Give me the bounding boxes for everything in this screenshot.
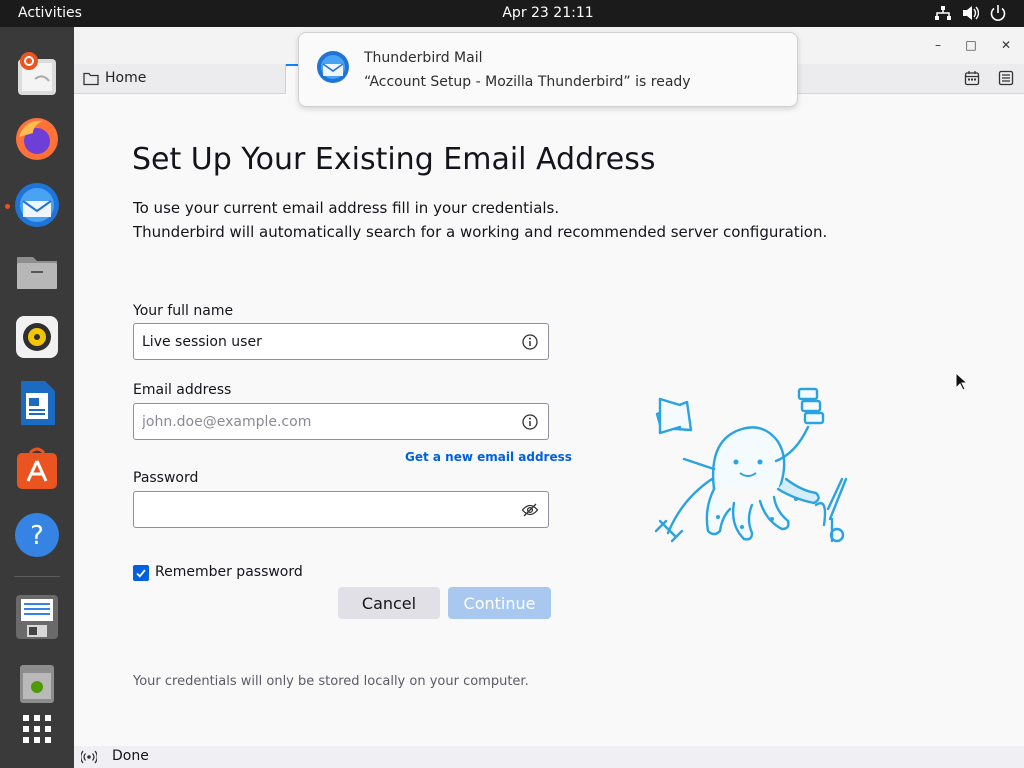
- page-title: Set Up Your Existing Email Address: [132, 142, 656, 177]
- clock[interactable]: Apr 23 21:11: [0, 5, 1024, 21]
- email-field-box: [133, 403, 549, 440]
- credentials-footnote: Your credentials will only be stored loc…: [133, 674, 529, 689]
- octopus-illustration: [654, 387, 848, 543]
- status-bar: Done: [74, 746, 1024, 768]
- remember-password-checkbox[interactable]: [133, 565, 149, 581]
- thunderbird-window: – □ ✕ Home Set Up Your Existing Email Ad…: [74, 27, 1024, 768]
- network-icon[interactable]: [934, 4, 952, 22]
- email-input[interactable]: [142, 404, 512, 439]
- email-label: Email address: [133, 382, 232, 398]
- notification-title: Thunderbird Mail: [364, 50, 483, 66]
- power-icon[interactable]: [989, 4, 1007, 22]
- files-icon[interactable]: [13, 247, 61, 295]
- page-description: To use your current email address fill i…: [133, 199, 560, 217]
- svg-text:?: ?: [30, 521, 44, 551]
- tab-home-label: Home: [105, 70, 147, 86]
- password-label: Password: [133, 470, 199, 486]
- password-input[interactable]: [142, 492, 512, 527]
- tasks-icon[interactable]: [998, 70, 1014, 86]
- top-bar: Activities Apr 23 21:11: [0, 0, 1024, 27]
- calendar-icon[interactable]: [964, 70, 980, 86]
- rhythmbox-icon[interactable]: [13, 313, 61, 361]
- volume-icon[interactable]: [961, 4, 979, 22]
- firefox-icon[interactable]: [13, 115, 61, 163]
- running-indicator: [5, 204, 10, 209]
- show-apps-icon[interactable]: [13, 707, 61, 755]
- checkmark-icon: [136, 569, 146, 578]
- thunderbird-icon: [317, 51, 349, 83]
- minimize-button[interactable]: –: [930, 37, 946, 53]
- close-button[interactable]: ✕: [998, 37, 1014, 53]
- password-field-box: [133, 491, 549, 528]
- notification-body: “Account Setup - Mozilla Thunderbird” is…: [364, 74, 691, 90]
- folder-icon: [83, 72, 99, 86]
- thunderbird-icon[interactable]: [13, 181, 61, 229]
- tab-home[interactable]: Home: [74, 64, 286, 93]
- trash-icon[interactable]: [13, 659, 61, 707]
- writer-icon[interactable]: [13, 379, 61, 427]
- page-description: Thunderbird will automatically search fo…: [133, 223, 828, 241]
- installer-icon[interactable]: [13, 49, 61, 97]
- notification-banner[interactable]: Thunderbird Mail “Account Setup - Mozill…: [298, 32, 798, 107]
- broadcast-icon: [81, 750, 97, 764]
- dock: ?: [0, 27, 74, 768]
- install-release-icon[interactable]: [13, 593, 61, 641]
- software-store-icon[interactable]: [13, 445, 61, 493]
- info-icon[interactable]: [521, 413, 539, 431]
- full-name-field-box: [133, 323, 549, 360]
- info-icon[interactable]: [521, 333, 539, 351]
- help-icon[interactable]: ?: [13, 511, 61, 559]
- get-new-email-link[interactable]: Get a new email address: [405, 450, 572, 464]
- remember-password-label[interactable]: Remember password: [155, 564, 303, 580]
- full-name-input[interactable]: [142, 324, 512, 359]
- eye-slash-icon[interactable]: [521, 501, 539, 519]
- full-name-label: Your full name: [133, 303, 234, 319]
- status-text: Done: [112, 748, 149, 764]
- mouse-cursor-icon: [955, 372, 969, 391]
- maximize-button[interactable]: □: [963, 37, 979, 53]
- account-setup-page: Set Up Your Existing Email Address To us…: [74, 94, 1024, 746]
- dock-separator: [14, 576, 60, 577]
- continue-button[interactable]: Continue: [448, 587, 551, 619]
- cancel-button[interactable]: Cancel: [338, 587, 440, 619]
